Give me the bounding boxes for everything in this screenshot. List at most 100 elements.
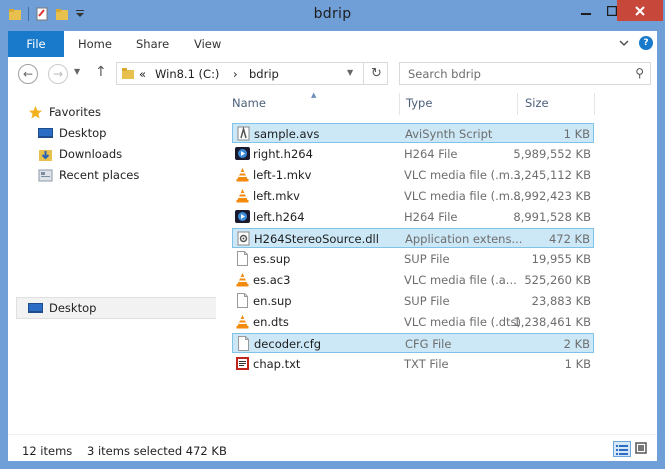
- file-row[interactable]: left.mkv VLC media file (.m... 8,992,423 K…: [232, 186, 594, 206]
- sidebar-item-favorites[interactable]: Favorites: [28, 102, 101, 122]
- file-size: 525,260 KB: [524, 273, 591, 287]
- sort-indicator-icon: ▲: [311, 91, 317, 99]
- folder-icon: [122, 68, 134, 79]
- file-size: 472 KB: [548, 232, 590, 246]
- close-button[interactable]: [617, 0, 663, 21]
- vlc-cone-icon: [235, 167, 250, 182]
- file-type: VLC media file (.dts): [404, 315, 522, 329]
- column-divider[interactable]: [517, 93, 518, 115]
- search-input[interactable]: [406, 66, 620, 82]
- column-header-name[interactable]: Name: [232, 96, 266, 110]
- file-name: left-1.mkv: [253, 168, 312, 182]
- downloads-icon: [39, 149, 52, 161]
- expand-ribbon-icon[interactable]: [619, 38, 629, 48]
- desktop-icon: [38, 127, 53, 138]
- column-divider[interactable]: [399, 93, 400, 115]
- forward-button[interactable]: →: [48, 64, 68, 84]
- breadcrumb-overflow[interactable]: «: [139, 67, 146, 81]
- breadcrumb-drive[interactable]: Win8.1 (C:): [155, 67, 219, 81]
- breadcrumb-separator[interactable]: ›: [233, 67, 238, 81]
- column-header-type[interactable]: Type: [406, 96, 432, 110]
- desktop-icon: [28, 302, 43, 313]
- address-dropdown[interactable]: ▼: [347, 68, 353, 77]
- file-row[interactable]: right.h264 H264 File 5,989,552 KB: [232, 144, 594, 164]
- file-row[interactable]: es.sup SUP File 19,955 KB: [232, 249, 594, 269]
- sidebar-item-desktop-fav[interactable]: Desktop: [38, 123, 106, 143]
- file-row[interactable]: decoder.cfg CFG File 2 KB: [232, 333, 594, 353]
- item-count: 12 items: [22, 444, 73, 458]
- file-type: VLC media file (.a...: [404, 273, 517, 287]
- file-name: decoder.cfg: [254, 337, 322, 351]
- tab-file[interactable]: File: [8, 31, 64, 57]
- sidebar-item-downloads[interactable]: Downloads: [38, 144, 122, 164]
- ribbon-tabs: File Home Share View ?: [8, 31, 657, 58]
- tab-home[interactable]: Home: [78, 31, 112, 57]
- file-name: chap.txt: [253, 357, 301, 371]
- blank-file-icon: [236, 336, 251, 351]
- close-icon: [635, 5, 645, 16]
- window-title: bdrip: [313, 6, 352, 22]
- large-icons-view-icon: [635, 442, 647, 454]
- column-header-size[interactable]: Size: [525, 96, 549, 110]
- file-name: left.mkv: [253, 189, 300, 203]
- file-name: en.dts: [253, 315, 289, 329]
- file-size: 1,238,461 KB: [513, 315, 591, 329]
- vlc-cone-icon: [235, 188, 250, 203]
- file-size: 1 KB: [563, 127, 590, 141]
- file-row[interactable]: sample.avs AviSynth Script 1 KB: [232, 123, 594, 143]
- sidebar-item-label: Desktop: [59, 126, 107, 140]
- help-icon[interactable]: ?: [639, 36, 653, 50]
- column-divider[interactable]: [594, 93, 595, 115]
- selection-info: 3 items selected 472 KB: [87, 444, 227, 458]
- large-icons-view-button[interactable]: [633, 441, 651, 457]
- vlc-cone-icon: [235, 314, 250, 329]
- window-bottom-edge: [0, 461, 665, 469]
- back-button[interactable]: ←: [18, 64, 38, 84]
- file-row[interactable]: en.dts VLC media file (.dts) 1,238,461 KB: [232, 312, 594, 332]
- file-name: es.ac3: [253, 273, 291, 287]
- file-type: VLC media file (.m...: [404, 168, 521, 182]
- file-row[interactable]: left.h264 H264 File 8,991,528 KB: [232, 207, 594, 227]
- file-size: 8,992,423 KB: [513, 189, 591, 203]
- search-icon[interactable]: ⚲: [635, 66, 644, 80]
- tab-view[interactable]: View: [194, 31, 221, 57]
- breadcrumb-current[interactable]: bdrip: [249, 67, 279, 81]
- file-row[interactable]: chap.txt TXT File 1 KB: [232, 354, 594, 374]
- file-size: 3,245,112 KB: [513, 168, 591, 182]
- file-name: en.sup: [253, 294, 292, 308]
- file-type: AviSynth Script: [405, 127, 493, 141]
- navigation-bar: ← → ▼ ↑ « Win8.1 (C:) › bdrip ▼ ↻ ⚲: [8, 57, 657, 91]
- file-type: Application extens...: [405, 232, 523, 246]
- up-button[interactable]: ↑: [95, 64, 107, 80]
- file-row[interactable]: left-1.mkv VLC media file (.m... 3,245,112…: [232, 165, 594, 185]
- search-box[interactable]: ⚲: [399, 62, 651, 85]
- file-type: TXT File: [404, 357, 449, 371]
- file-size: 1 KB: [564, 357, 591, 371]
- file-row[interactable]: en.sup SUP File 23,883 KB: [232, 291, 594, 311]
- text-file-icon: [235, 356, 250, 371]
- file-row[interactable]: es.ac3 VLC media file (.a... 525,260 KB: [232, 270, 594, 290]
- sidebar-item-label: Favorites: [49, 105, 101, 119]
- blank-file-icon: [235, 293, 250, 308]
- file-row[interactable]: H264StereoSource.dll Application extens..…: [232, 228, 594, 248]
- file-type: H264 File: [404, 210, 458, 224]
- file-type: CFG File: [405, 337, 452, 351]
- ribbon-controls: ?: [619, 36, 653, 50]
- file-size: 5,989,552 KB: [513, 147, 591, 161]
- file-name: sample.avs: [254, 127, 320, 141]
- file-list: ▲ Name Type Size sample.avs AviSynth Scri…: [216, 91, 657, 434]
- file-size: 8,991,528 KB: [513, 210, 591, 224]
- minimize-button[interactable]: [573, 0, 599, 21]
- details-view-button[interactable]: [613, 441, 631, 457]
- file-type: H264 File: [404, 147, 458, 161]
- recent-locations-dropdown[interactable]: ▼: [74, 67, 80, 76]
- sidebar-item-desktop-root[interactable]: Desktop: [28, 298, 96, 318]
- tab-share[interactable]: Share: [136, 31, 169, 57]
- sidebar-item-label: Desktop: [49, 301, 97, 315]
- sidebar-item-recent-places[interactable]: Recent places: [38, 165, 139, 185]
- address-bar[interactable]: « Win8.1 (C:) › bdrip ▼ ↻: [116, 62, 388, 85]
- file-type: SUP File: [404, 252, 450, 266]
- refresh-button[interactable]: ↻: [363, 63, 389, 84]
- title-bar: bdrip: [0, 0, 665, 31]
- navigation-pane: Favorites Desktop Downloads Recent place…: [8, 91, 221, 434]
